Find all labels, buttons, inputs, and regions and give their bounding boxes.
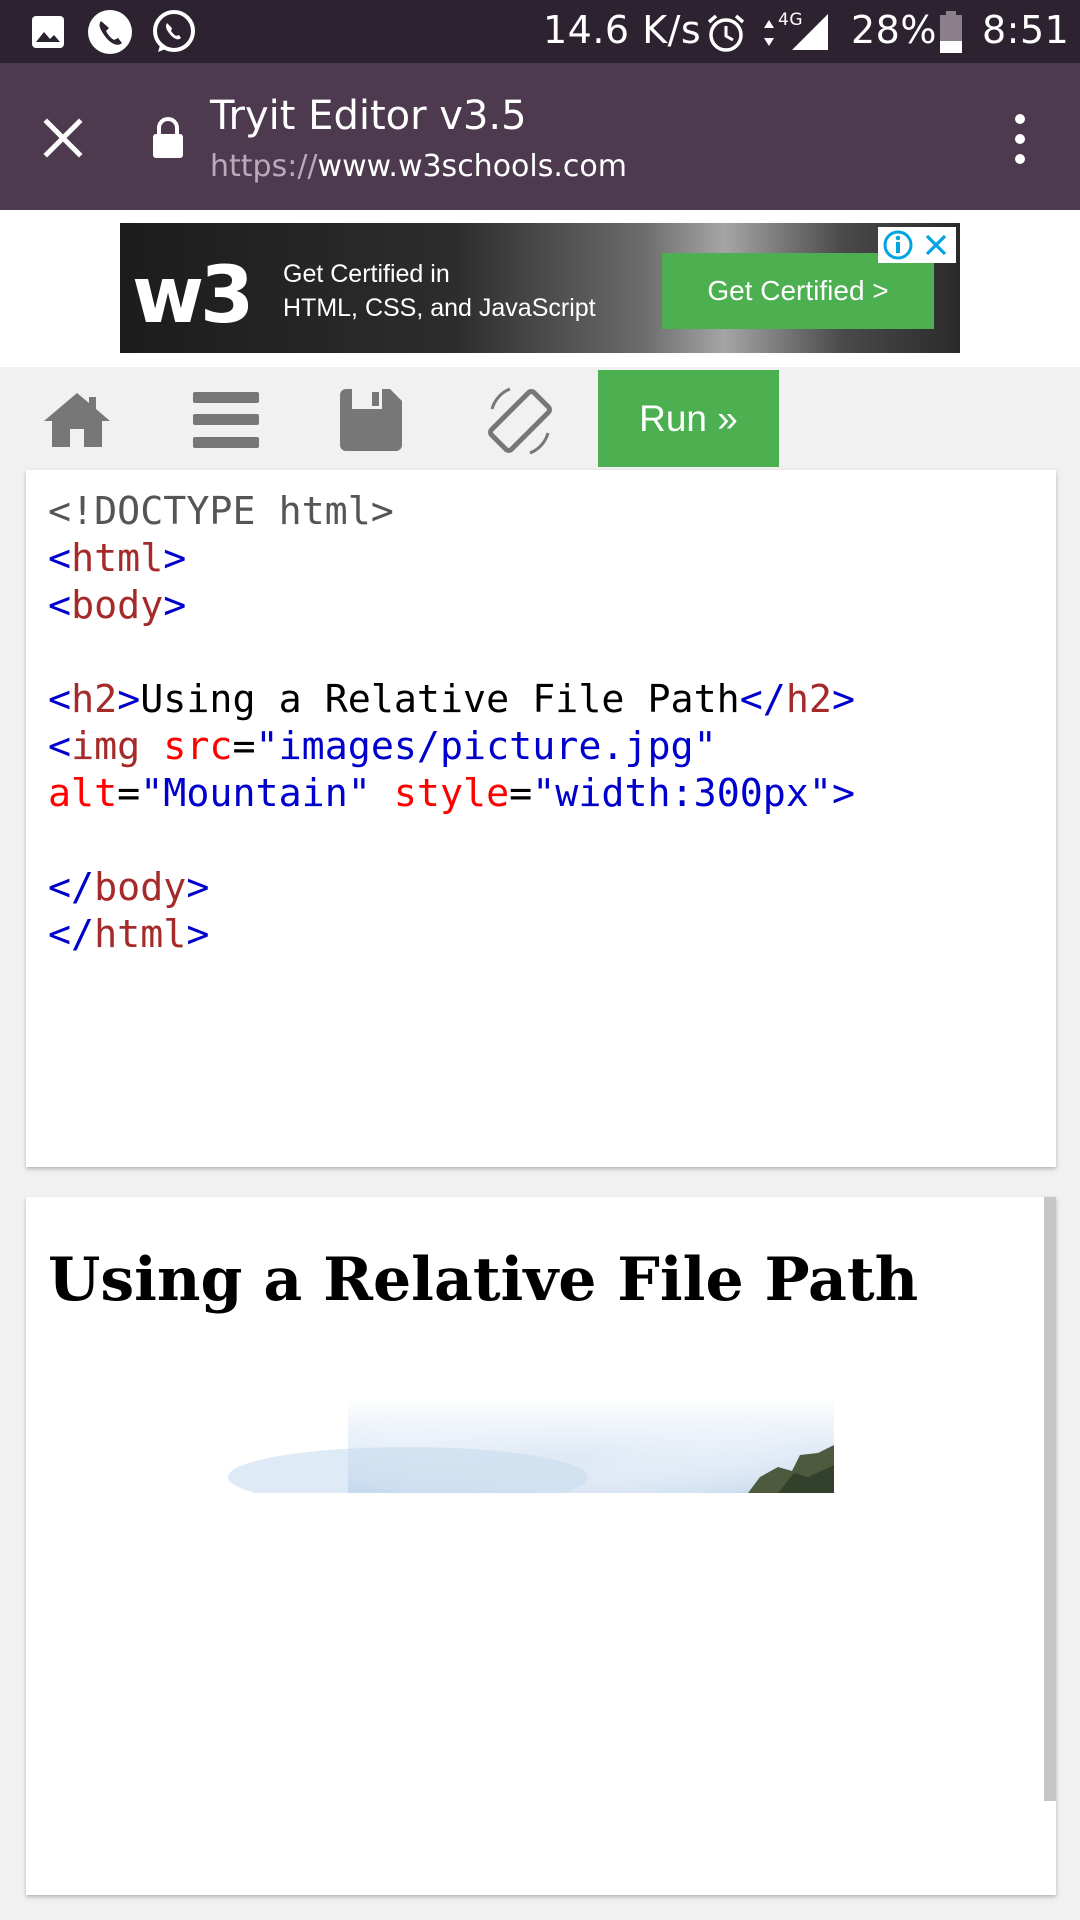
alt-value: "Mountain" xyxy=(140,771,371,816)
img-tag: img xyxy=(71,724,141,769)
ad-container: w3 Get Certified in HTML, CSS, and JavaS… xyxy=(0,210,1080,367)
ad-text: Get Certified in HTML, CSS, and JavaScri… xyxy=(283,257,596,325)
body-close-tag: body xyxy=(94,865,187,910)
url-scheme: https:// xyxy=(210,149,318,184)
editor-toolbar: Run » xyxy=(0,367,1080,467)
h2-open-tag: h2 xyxy=(71,677,118,722)
body-open-tag: body xyxy=(71,583,164,628)
h2-text: Using a Relative File Path xyxy=(140,677,740,722)
close-icon[interactable] xyxy=(922,231,950,259)
doctype-line: <!DOCTYPE html> xyxy=(48,489,394,534)
w3-logo: w3 xyxy=(132,251,254,341)
menu-icon[interactable] xyxy=(193,392,259,448)
get-certified-button[interactable]: Get Certified > xyxy=(662,253,934,329)
ad-line-1: Get Certified in xyxy=(283,260,450,288)
alt-attr: alt xyxy=(48,771,118,816)
battery-icon xyxy=(940,11,962,53)
overflow-menu-icon[interactable] xyxy=(1000,109,1040,169)
result-heading: Using a Relative File Path xyxy=(48,1245,919,1315)
code-text[interactable]: <!DOCTYPE html> <html> <body> <h2>Using … xyxy=(48,488,855,958)
data-arrows-icon xyxy=(764,20,774,46)
style-attr: style xyxy=(393,771,510,816)
info-icon[interactable] xyxy=(882,229,914,261)
ad-banner[interactable]: w3 Get Certified in HTML, CSS, and JavaS… xyxy=(120,223,960,353)
style-value: "width:300px" xyxy=(532,771,832,816)
ad-line-2: HTML, CSS, and JavaScript xyxy=(283,294,596,322)
url-host: www.w3schools.com xyxy=(317,149,627,184)
mountain-image xyxy=(48,1367,834,1493)
rotate-icon[interactable] xyxy=(482,383,558,459)
h2-close-tag: h2 xyxy=(785,677,832,722)
browser-toolbar: Tryit Editor v3.5 https://www.w3schools.… xyxy=(0,63,1080,210)
status-bar: 14.6 K/s 4G 28% 8:51 xyxy=(0,0,1080,63)
phone-call-icon xyxy=(88,10,132,54)
html-open-tag: html xyxy=(71,536,164,581)
html-close-tag: html xyxy=(94,912,187,957)
src-attr: src xyxy=(163,724,233,769)
alarm-icon xyxy=(707,14,745,52)
battery-percent: 28% xyxy=(851,8,937,52)
url-bar[interactable]: https://www.w3schools.com xyxy=(210,149,627,184)
run-button[interactable]: Run » xyxy=(598,370,779,467)
lock-icon xyxy=(153,117,183,158)
clock: 8:51 xyxy=(982,8,1070,52)
src-value: "images/picture.jpg" xyxy=(255,724,717,769)
save-icon[interactable] xyxy=(340,389,402,451)
network-speed: 14.6 K/s xyxy=(543,8,702,52)
result-frame[interactable]: Using a Relative File Path xyxy=(26,1197,1056,1895)
page-title: Tryit Editor v3.5 xyxy=(210,93,527,139)
gallery-icon xyxy=(32,16,64,48)
code-editor[interactable]: <!DOCTYPE html> <html> <body> <h2>Using … xyxy=(26,470,1056,1167)
signal-icon xyxy=(792,14,828,50)
whatsapp-icon xyxy=(153,10,195,52)
scrollbar[interactable] xyxy=(1044,1197,1056,1801)
close-tab-icon[interactable] xyxy=(30,105,96,171)
home-icon[interactable] xyxy=(42,391,112,449)
ad-choices[interactable] xyxy=(878,227,956,263)
